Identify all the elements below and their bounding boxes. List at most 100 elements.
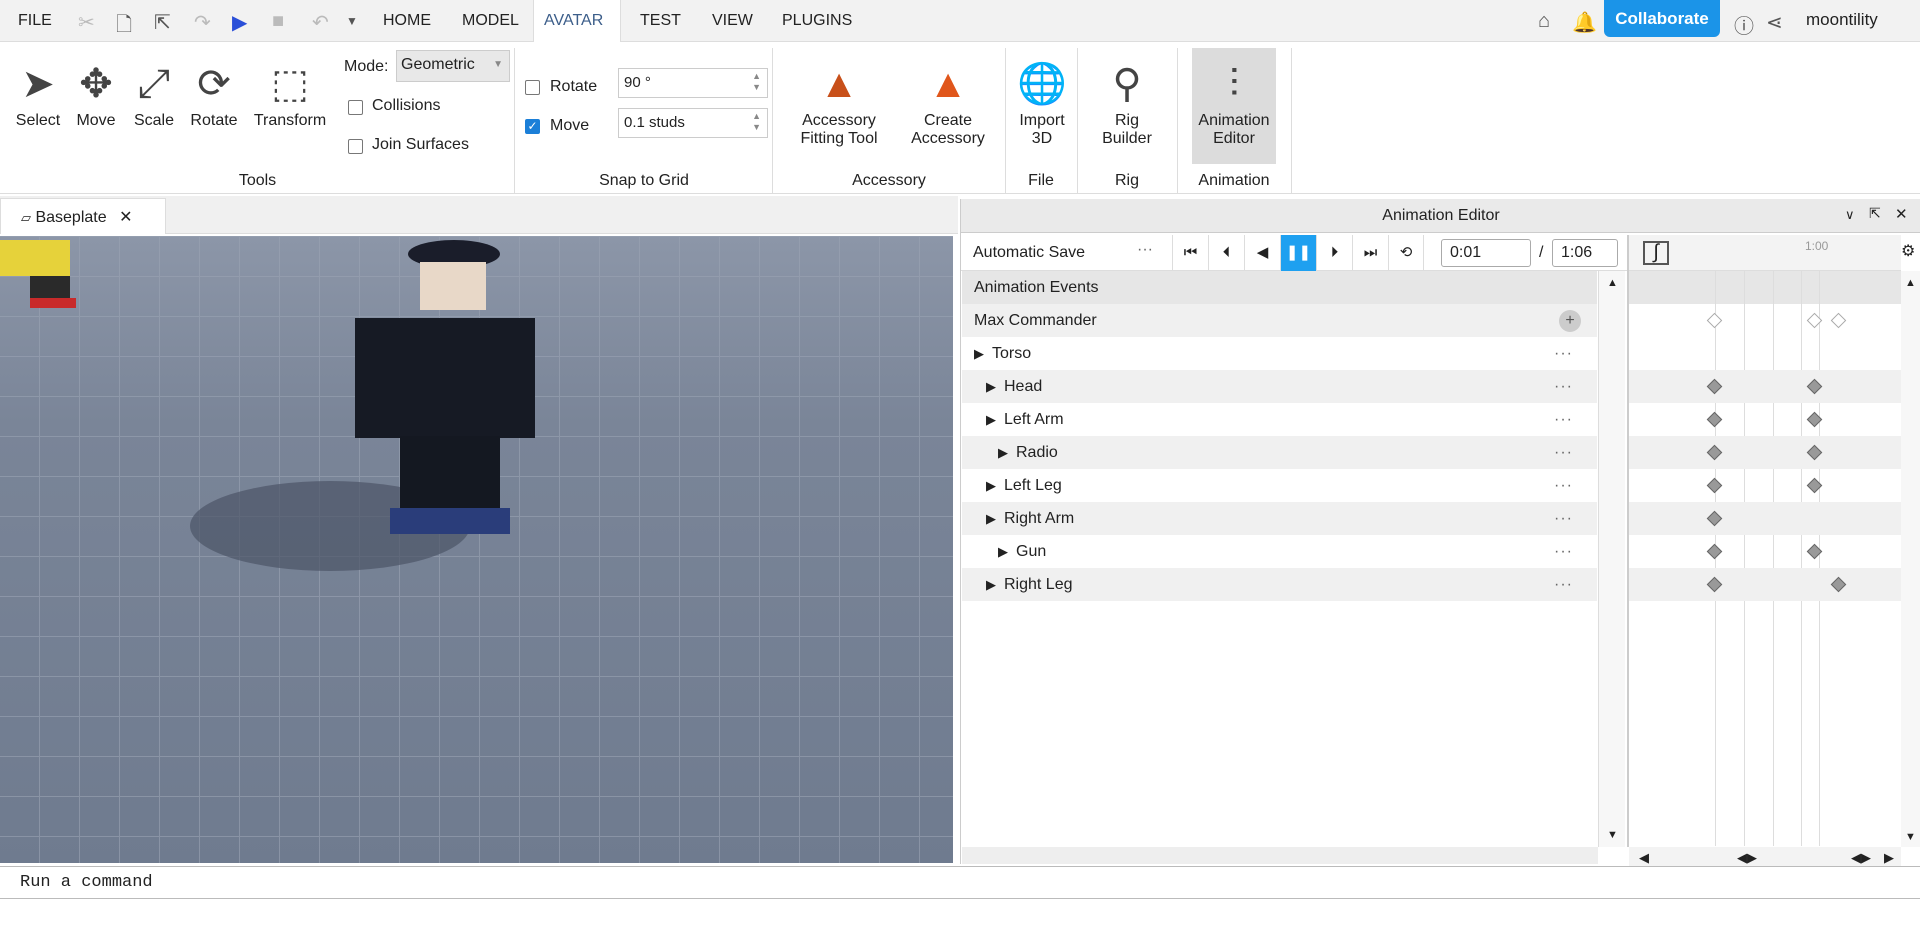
track-row[interactable]: ▶ Left Arm ···: [962, 403, 1597, 436]
expand-arrow-icon[interactable]: ▶: [974, 346, 984, 361]
rig-builder-button[interactable]: ⚲ Rig Builder: [1090, 56, 1164, 148]
keyframe-summary[interactable]: [1706, 312, 1723, 329]
publish-icon[interactable]: ⇱: [154, 10, 171, 35]
expand-arrow-icon[interactable]: ▶: [998, 544, 1008, 559]
scale-tool[interactable]: ⤢ Scale: [128, 56, 180, 130]
username[interactable]: moontility: [1806, 10, 1878, 30]
pause-button[interactable]: ❚❚: [1280, 235, 1316, 271]
keyframe[interactable]: [1706, 543, 1723, 560]
more-options-icon[interactable]: ···: [1554, 568, 1573, 601]
tab-avatar[interactable]: AVATAR: [533, 0, 621, 43]
total-time-input[interactable]: 1:06: [1552, 239, 1618, 267]
track-row[interactable]: ▶ Right Arm ···: [962, 502, 1597, 535]
keyframe[interactable]: [1706, 477, 1723, 494]
track-row[interactable]: ▶ Radio ···: [962, 436, 1597, 469]
expand-arrow-icon[interactable]: ▶: [986, 478, 996, 493]
stop-icon[interactable]: ■: [272, 10, 284, 33]
more-options-icon[interactable]: ···: [1554, 403, 1573, 436]
more-options-icon[interactable]: ···: [1554, 436, 1573, 469]
timeline[interactable]: ∫ 1:00 ◀ ◀▶ ◀▶ ▶: [1627, 235, 1901, 871]
spinner-icon[interactable]: ▲ ▼: [752, 71, 761, 93]
collapse-icon[interactable]: ∨: [1845, 207, 1855, 223]
more-icon[interactable]: ▼: [346, 14, 358, 28]
tab-view[interactable]: VIEW: [702, 0, 763, 42]
accessory-fitting-tool-button[interactable]: ▲ Accessory Fitting Tool: [786, 56, 892, 148]
play-reverse-button[interactable]: ◀: [1244, 235, 1280, 271]
timeline-vertical-scrollbar[interactable]: ▲ ▼: [1901, 271, 1920, 847]
scroll-down-icon[interactable]: ▼: [1607, 829, 1618, 841]
more-options-icon[interactable]: ···: [1137, 241, 1153, 259]
settings-gear-icon[interactable]: ⚙: [1901, 241, 1915, 261]
next-keyframe-button[interactable]: ⏵: [1316, 235, 1352, 271]
command-bar[interactable]: Run a command: [0, 866, 1920, 899]
scroll-left-icon[interactable]: ◀: [1639, 850, 1649, 866]
create-accessory-button[interactable]: ▲ Create Accessory: [900, 56, 996, 148]
help-icon[interactable]: ⓘ: [1734, 10, 1754, 39]
share-icon[interactable]: ⋖: [1766, 10, 1783, 35]
skip-to-end-button[interactable]: ⏭: [1352, 235, 1388, 271]
collaborate-button[interactable]: Collaborate: [1604, 0, 1720, 37]
snap-move-checkbox[interactable]: ✓: [525, 119, 540, 134]
more-options-icon[interactable]: ···: [1554, 535, 1573, 568]
track-row[interactable]: ▶ Torso ···: [962, 337, 1597, 370]
more-options-icon[interactable]: ···: [1554, 370, 1573, 403]
doc-tab-baseplate[interactable]: ▱ Baseplate ✕: [0, 198, 166, 234]
collisions-checkbox[interactable]: [348, 100, 363, 115]
skip-to-start-button[interactable]: ⏮: [1172, 235, 1208, 271]
animation-events-row[interactable]: Animation Events: [962, 271, 1597, 304]
vertical-scrollbar[interactable]: ▲ ▼: [1598, 271, 1625, 847]
move-tool[interactable]: ✥ Move: [70, 56, 122, 130]
scroll-down-icon[interactable]: ▼: [1905, 831, 1916, 843]
scroll-right-icon[interactable]: ▶: [1884, 850, 1894, 866]
close-icon[interactable]: ✕: [119, 209, 132, 226]
curve-editor-icon[interactable]: ∫: [1643, 241, 1669, 265]
previous-keyframe-button[interactable]: ⏴: [1208, 235, 1244, 271]
play-icon[interactable]: ▶: [232, 10, 247, 35]
spinner-icon[interactable]: ▲ ▼: [752, 111, 761, 133]
rotate-tool[interactable]: ⟳ Rotate: [184, 56, 244, 130]
transform-tool[interactable]: ⬚ Transform: [250, 56, 330, 130]
more-options-icon[interactable]: ···: [1554, 469, 1573, 502]
home-icon[interactable]: ⌂: [1538, 10, 1550, 33]
more-options-icon[interactable]: ···: [1554, 502, 1573, 535]
tab-home[interactable]: HOME: [373, 0, 441, 42]
command-input[interactable]: Run a command: [20, 873, 153, 892]
new-file-icon[interactable]: 🗋: [116, 10, 132, 44]
mode-dropdown[interactable]: Geometric ▼: [396, 50, 510, 82]
tab-plugins[interactable]: PLUGINS: [772, 0, 862, 42]
range-handle-icon[interactable]: ◀▶: [1851, 850, 1871, 866]
track-row[interactable]: ▶ Left Leg ···: [962, 469, 1597, 502]
expand-arrow-icon[interactable]: ▶: [986, 577, 996, 592]
tab-test[interactable]: TEST: [630, 0, 691, 42]
rig-row[interactable]: Max Commander +: [962, 304, 1597, 337]
snap-rotate-checkbox[interactable]: [525, 80, 540, 95]
more-options-icon[interactable]: ···: [1554, 337, 1573, 370]
scroll-up-icon[interactable]: ▲: [1607, 277, 1618, 289]
horizontal-scrollbar[interactable]: [962, 847, 1598, 864]
file-menu[interactable]: FILE: [8, 0, 62, 42]
cut-icon[interactable]: ✂: [78, 10, 95, 35]
animation-editor-button[interactable]: ⫶ Animation Editor: [1192, 48, 1276, 164]
track-row[interactable]: ▶ Right Leg ···: [962, 568, 1597, 601]
range-handle-icon[interactable]: ◀▶: [1737, 850, 1757, 866]
undock-icon[interactable]: ⇱: [1869, 205, 1881, 222]
keyframe-summary[interactable]: [1830, 312, 1847, 329]
expand-arrow-icon[interactable]: ▶: [998, 445, 1008, 460]
notification-icon[interactable]: 🔔: [1572, 10, 1597, 35]
keyframe[interactable]: [1706, 411, 1723, 428]
import-3d-button[interactable]: 🌐 Import 3D: [1010, 56, 1074, 148]
track-row[interactable]: ▶ Gun ···: [962, 535, 1597, 568]
current-time-input[interactable]: 0:01: [1441, 239, 1531, 267]
move-increment-input[interactable]: 0.1 studs ▲ ▼: [618, 108, 768, 138]
track-row[interactable]: ▶ Head ···: [962, 370, 1597, 403]
add-track-icon[interactable]: +: [1559, 310, 1581, 332]
loop-button[interactable]: ⟲: [1388, 235, 1424, 271]
expand-arrow-icon[interactable]: ▶: [986, 412, 996, 427]
expand-arrow-icon[interactable]: ▶: [986, 511, 996, 526]
3d-viewport[interactable]: [0, 236, 953, 863]
tab-model[interactable]: MODEL: [452, 0, 529, 42]
rotate-increment-input[interactable]: 90 ° ▲ ▼: [618, 68, 768, 98]
expand-arrow-icon[interactable]: ▶: [986, 379, 996, 394]
undo-icon[interactable]: ↶: [312, 10, 329, 35]
redo-icon[interactable]: ↷: [194, 10, 211, 35]
